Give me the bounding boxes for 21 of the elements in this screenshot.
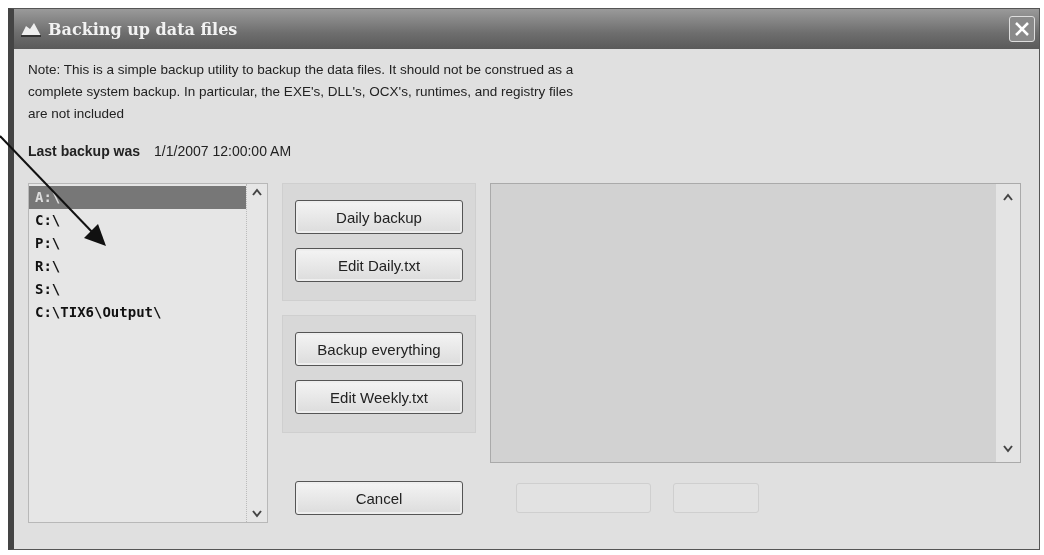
command-button[interactable]: Daily backup	[295, 200, 463, 234]
last-backup-value: 1/1/2007 12:00:00 AM	[154, 143, 292, 159]
drive-item[interactable]: R:\	[29, 255, 246, 278]
drive-item[interactable]: C:\TIX6\Output\	[29, 301, 246, 324]
scroll-up-icon[interactable]	[1002, 192, 1014, 202]
last-backup-label: Last backup was	[28, 143, 141, 159]
cancel-button[interactable]: Cancel	[295, 481, 463, 515]
scroll-down-icon[interactable]	[251, 509, 263, 519]
scroll-up-icon[interactable]	[251, 187, 263, 197]
drive-item[interactable]: S:\	[29, 278, 246, 301]
window-title: Backing up data files	[48, 19, 239, 39]
note-text: Note: This is a simple backup utility to backup the data files. It should not be construed as a complete system backup. In particular, the EXE's, DLL's, OCX's, runtimes, and registry files are not included	[28, 61, 575, 123]
scrollbar[interactable]	[996, 184, 1020, 462]
command-button[interactable]: Edit Daily.txt	[295, 248, 463, 282]
close-icon	[1014, 21, 1030, 37]
command-button[interactable]: Backup everything	[295, 332, 463, 366]
scroll-down-icon[interactable]	[1002, 444, 1014, 454]
command-button[interactable]: Edit Weekly.txt	[295, 380, 463, 414]
drive-item[interactable]: C:\	[29, 209, 246, 232]
close-button[interactable]	[1009, 16, 1035, 42]
drive-item[interactable]: P:\	[29, 232, 246, 255]
